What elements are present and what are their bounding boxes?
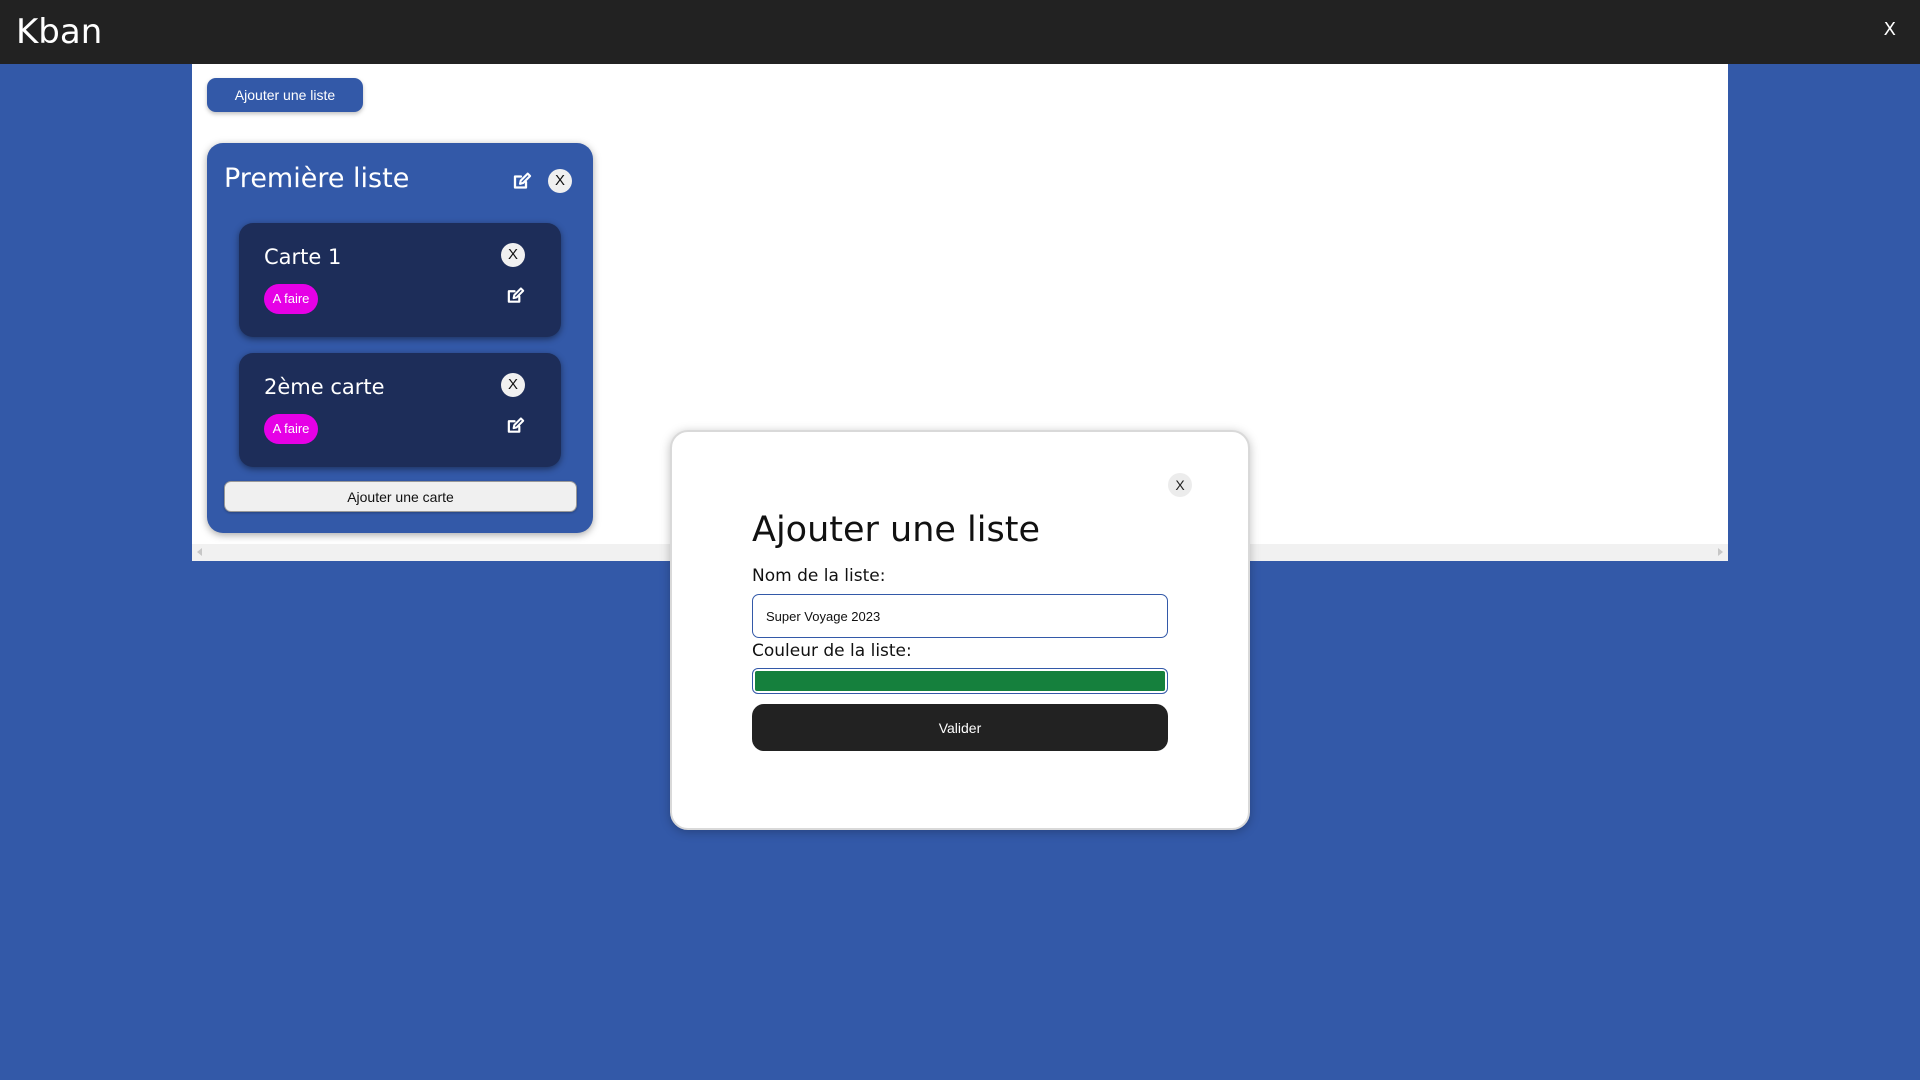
modal-close-button[interactable]: X bbox=[1168, 473, 1192, 497]
list-name-label: Nom de la liste: bbox=[752, 566, 886, 586]
list-close-button[interactable]: X bbox=[548, 169, 572, 193]
top-bar: Kban X bbox=[0, 0, 1920, 64]
app-title: Kban bbox=[16, 12, 103, 52]
card-title: Carte 1 bbox=[264, 245, 342, 269]
status-badge: A faire bbox=[264, 414, 318, 444]
list-premiere-liste: Première liste X Carte 1 X A faire 2ème … bbox=[207, 143, 593, 533]
card: Carte 1 X A faire bbox=[239, 223, 561, 337]
card-close-button[interactable]: X bbox=[501, 373, 525, 397]
edit-icon[interactable] bbox=[506, 286, 525, 305]
modal-title: Ajouter une liste bbox=[752, 510, 1040, 550]
list-name-input[interactable] bbox=[752, 594, 1168, 638]
card-title: 2ème carte bbox=[264, 375, 385, 399]
list-title: Première liste bbox=[224, 163, 410, 194]
card: 2ème carte X A faire bbox=[239, 353, 561, 467]
validate-button[interactable]: Valider bbox=[752, 704, 1168, 751]
color-swatch bbox=[755, 671, 1165, 691]
scroll-left-arrow-icon[interactable] bbox=[197, 548, 202, 556]
add-list-button[interactable]: Ajouter une liste bbox=[207, 78, 363, 112]
edit-icon[interactable] bbox=[506, 416, 525, 435]
list-color-label: Couleur de la liste: bbox=[752, 641, 912, 661]
edit-icon[interactable] bbox=[512, 171, 532, 191]
add-card-button[interactable]: Ajouter une carte bbox=[224, 481, 577, 512]
card-close-button[interactable]: X bbox=[501, 243, 525, 267]
list-color-picker[interactable] bbox=[752, 668, 1168, 694]
status-badge: A faire bbox=[264, 284, 318, 314]
scroll-right-arrow-icon[interactable] bbox=[1718, 548, 1723, 556]
add-list-modal: X Ajouter une liste Nom de la liste: Cou… bbox=[670, 430, 1250, 830]
close-button[interactable]: X bbox=[1884, 18, 1896, 42]
